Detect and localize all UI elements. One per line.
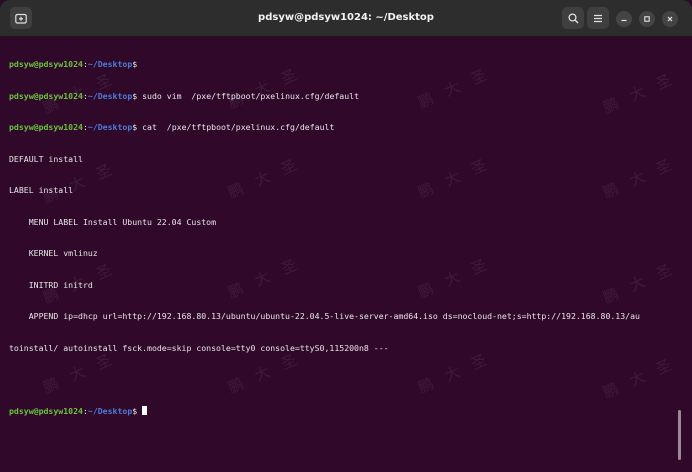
minimize-icon	[621, 19, 627, 22]
prompt-path: ~/Desktop	[87, 405, 133, 416]
prompt-line: pdsyw@pdsyw1024:~/Desktop$	[9, 59, 679, 70]
prompt-path: ~/Desktop	[87, 90, 133, 101]
output-line: APPEND ip=dhcp url=http://192.168.80.13/…	[9, 311, 640, 321]
prompt-line: pdsyw@pdsyw1024:~/Desktop$ sudo vim /pxe…	[9, 91, 679, 102]
maximize-button[interactable]	[639, 11, 655, 27]
prompt-line: pdsyw@pdsyw1024:~/Desktop$ cat /pxe/tftp…	[9, 122, 679, 133]
prompt-path: ~/Desktop	[87, 59, 133, 69]
prompt-user: pdsyw@pdsyw1024	[9, 59, 83, 69]
prompt-path: ~/Desktop	[87, 122, 133, 132]
maximize-icon	[644, 16, 650, 22]
prompt-line: pdsyw@pdsyw1024:~/Desktop$	[9, 405, 679, 417]
output-line: MENU LABEL Install Ubuntu 22.04 Custom	[9, 216, 217, 227]
close-button[interactable]	[662, 11, 678, 27]
output-line: DEFAULT install	[9, 153, 83, 164]
scrollbar[interactable]	[678, 410, 681, 460]
output-line: KERNEL vmlinuz	[9, 248, 98, 258]
prompt-symbol: $	[132, 59, 138, 69]
output-line: toinstall/ autoinstall fsck.mode=skip co…	[9, 342, 389, 353]
hamburger-menu-icon	[594, 14, 602, 22]
output-line: INITRD initrd	[9, 279, 93, 290]
prompt-user: pdsyw@pdsyw1024	[9, 405, 83, 416]
output-line: LABEL install	[9, 185, 74, 195]
search-icon	[567, 12, 578, 23]
terminal-window: 鹏大圣 鹏大圣 鹏大圣 鹏大圣 鹏大圣 鹏大圣 鹏大圣 鹏大圣 鹏大圣 鹏大圣 …	[0, 0, 692, 472]
text-cursor	[142, 405, 148, 415]
close-icon	[667, 16, 673, 22]
command-text: sudo vim /pxe/tftpboot/pxelinux.cfg/defa…	[137, 90, 360, 101]
command-text: cat /pxe/tftpboot/pxelinux.cfg/default	[137, 122, 335, 132]
minimize-button[interactable]	[616, 11, 632, 27]
terminal-output[interactable]: pdsyw@pdsyw1024:~/Desktop$ pdsyw@pdsyw10…	[9, 38, 679, 437]
prompt-user: pdsyw@pdsyw1024	[9, 90, 83, 101]
title-bar[interactable]: pdsyw@pdsyw1024: ~/Desktop	[0, 0, 692, 37]
menu-button[interactable]	[587, 7, 609, 29]
search-button[interactable]	[562, 7, 584, 29]
prompt-user: pdsyw@pdsyw1024	[9, 122, 83, 132]
